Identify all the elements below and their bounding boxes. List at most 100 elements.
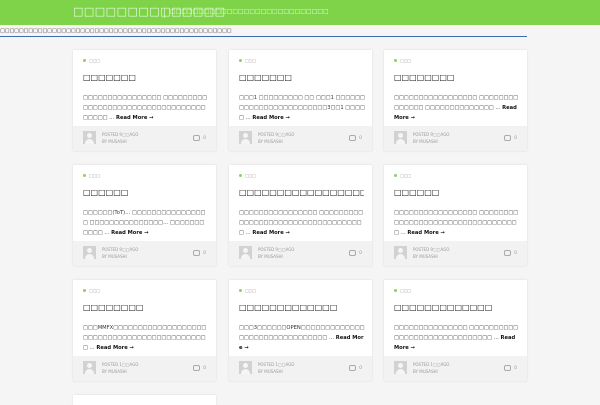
comment-bubble-icon xyxy=(504,365,512,371)
comment-count[interactable]: 0 xyxy=(504,365,517,371)
comment-count[interactable]: 0 xyxy=(349,250,362,256)
post-footer: POSTED 9□□AGO BY MUSASHI 0 xyxy=(229,126,372,151)
post-date: POSTED 9□□AGO xyxy=(102,247,139,252)
excerpt-text: □□□□□□□□□□□□□□□□□ □□□□□□□□□□□□□□ □□□□□□□… xyxy=(394,95,519,111)
comment-count[interactable]: 0 xyxy=(349,365,362,371)
category-label[interactable]: □□□ xyxy=(89,173,100,178)
post-card-partial[interactable] xyxy=(73,395,216,405)
category-label[interactable]: □□□ xyxy=(245,173,256,178)
comment-bubble-icon xyxy=(504,250,512,256)
post-excerpt: □□□1 □□□□□□□□□ □□ □□□1 □□□□□□□□□□□□□□□□□… xyxy=(239,93,365,123)
post-title[interactable]: □□□□□□□ xyxy=(83,73,208,82)
comment-count-value: 0 xyxy=(203,250,206,256)
post-category[interactable]: □□□ xyxy=(239,288,256,293)
post-author[interactable]: BY MUSASHI xyxy=(102,139,127,144)
post-footer: POSTED 9□□AGO BY MUSASHI 0 xyxy=(384,241,527,266)
read-more-link[interactable]: Read More → xyxy=(116,115,154,121)
author-avatar[interactable] xyxy=(394,131,407,144)
comment-count-value: 0 xyxy=(359,250,362,256)
post-card[interactable]: □□□ □□□□□□□□□□□□□□□□□ □□□□□□□□□□□□□□□□ □… xyxy=(229,165,372,266)
comment-bubble-icon xyxy=(193,365,201,371)
post-author[interactable]: BY MUSASHI xyxy=(102,369,127,374)
post-title[interactable]: □□□□□□□□ xyxy=(394,73,519,82)
post-title[interactable]: □□□□□□□ xyxy=(239,73,364,82)
category-dot-icon xyxy=(83,289,86,292)
category-label[interactable]: □□□ xyxy=(400,58,411,63)
post-title[interactable]: □□□□□□□□ xyxy=(83,303,208,312)
post-date: POSTED 9□□AGO xyxy=(413,132,450,137)
comment-count[interactable]: 0 xyxy=(193,365,206,371)
comment-count[interactable]: 0 xyxy=(504,135,517,141)
category-dot-icon xyxy=(239,59,242,62)
post-author[interactable]: BY MUSASHI xyxy=(413,369,438,374)
comment-bubble-icon xyxy=(193,135,201,141)
post-footer: POSTED 9□□AGO BY MUSASHI 0 xyxy=(384,126,527,151)
comment-count[interactable]: 0 xyxy=(504,250,517,256)
post-date: POSTED 9□□AGO xyxy=(258,247,295,252)
category-label[interactable]: □□□ xyxy=(89,288,100,293)
category-label[interactable]: □□□ xyxy=(245,288,256,293)
comment-count[interactable]: 0 xyxy=(349,135,362,141)
post-category[interactable]: □□□ xyxy=(239,58,256,63)
author-avatar[interactable] xyxy=(83,131,96,144)
author-avatar[interactable] xyxy=(83,361,96,374)
post-author[interactable]: BY MUSASHI xyxy=(413,254,438,259)
comment-count[interactable]: 0 xyxy=(193,135,206,141)
post-author[interactable]: BY MUSASHI xyxy=(258,369,283,374)
author-avatar[interactable] xyxy=(239,361,252,374)
post-title[interactable]: □□□□□□□□□□□□□ xyxy=(239,303,364,312)
post-category[interactable]: □□□ xyxy=(83,173,100,178)
post-author[interactable]: BY MUSASHI xyxy=(413,139,438,144)
author-avatar[interactable] xyxy=(239,131,252,144)
author-avatar[interactable] xyxy=(394,246,407,259)
post-title[interactable]: □□□□□□ xyxy=(83,188,208,197)
post-footer: POSTED 9□□AGO BY MUSASHI 0 xyxy=(73,241,216,266)
post-card[interactable]: □□□ □□□□□□□□ □□□□□□□□□□□□□□□□□ □□□□□□□□□… xyxy=(384,50,527,151)
post-category[interactable]: □□□ xyxy=(394,288,411,293)
post-title[interactable]: □□□□□□□□□□□□□ xyxy=(394,303,519,312)
post-excerpt: □□□3□□□□□□OPEN□□□□□□□□□□□□□□□□□□□□□□□□□□… xyxy=(239,323,365,353)
post-title[interactable]: □□□□□□ xyxy=(394,188,519,197)
category-dot-icon xyxy=(83,174,86,177)
post-card[interactable]: □□□ □□□□□□ □□□□□□(ToT)… □□□□□□□□□□□□□□□□… xyxy=(73,165,216,266)
author-avatar[interactable] xyxy=(239,246,252,259)
read-more-link[interactable]: Read More → xyxy=(111,230,149,236)
post-card[interactable]: □□□ □□□□□□ □□□□□□□□□□□□□□□□□ □□□□□□□□□□□… xyxy=(384,165,527,266)
category-label[interactable]: □□□ xyxy=(400,288,411,293)
category-label[interactable]: □□□ xyxy=(400,173,411,178)
comment-bubble-icon xyxy=(193,250,201,256)
author-avatar[interactable] xyxy=(83,246,96,259)
read-more-link[interactable]: Read More → xyxy=(252,115,290,121)
post-excerpt: □□□□□□□□□□□□□□□□□ □□□□□□□□□□□□□□□□□□□□□□… xyxy=(394,208,520,238)
read-more-link[interactable]: Read More → xyxy=(252,230,290,236)
post-excerpt: □□□□□□(ToT)… □□□□□□□□□□□□□□□□ □□□□□□□□□□… xyxy=(83,208,209,238)
comment-count[interactable]: 0 xyxy=(193,250,206,256)
post-card[interactable]: □□□ □□□□□□□ □□□□□□□□□□□□□□□□ □□□□□□□□□□□… xyxy=(73,50,216,151)
post-title[interactable]: □□□□□□□□□□□□□□□□□ xyxy=(239,188,364,197)
post-card[interactable]: □□□ □□□□□□□□ □□□MMFX□□□□□□□□□□□□□□□□□□□ … xyxy=(73,280,216,381)
post-card[interactable]: □□□ □□□□□□□□□□□□□ □□□□□□□□□□□□□□□ □□□□□□… xyxy=(384,280,527,381)
post-category[interactable]: □□□ xyxy=(394,58,411,63)
category-dot-icon xyxy=(83,59,86,62)
post-card[interactable]: □□□ □□□□□□□ □□□1 □□□□□□□□□ □□ □□□1 □□□□□… xyxy=(229,50,372,151)
comment-bubble-icon xyxy=(349,135,357,141)
post-card[interactable]: □□□ □□□□□□□□□□□□□ □□□3□□□□□□OPEN□□□□□□□□… xyxy=(229,280,372,381)
category-label[interactable]: □□□ xyxy=(89,58,100,63)
comment-count-value: 0 xyxy=(359,135,362,141)
category-dot-icon xyxy=(394,289,397,292)
post-category[interactable]: □□□ xyxy=(83,58,100,63)
post-author[interactable]: BY MUSASHI xyxy=(258,254,283,259)
post-category[interactable]: □□□ xyxy=(83,288,100,293)
post-footer: POSTED 1□□AGO BY MUSASHI 0 xyxy=(73,356,216,381)
post-author[interactable]: BY MUSASHI xyxy=(102,254,127,259)
post-date: POSTED 1□□AGO xyxy=(413,362,450,367)
post-excerpt: □□□□□□□□□□□□□□□□□ □□□□□□□□□□□□□□ □□□□□□□… xyxy=(394,93,520,123)
comment-bubble-icon xyxy=(349,365,357,371)
read-more-link[interactable]: Read More → xyxy=(407,230,445,236)
post-category[interactable]: □□□ xyxy=(394,173,411,178)
read-more-link[interactable]: Read More → xyxy=(96,345,134,351)
category-label[interactable]: □□□ xyxy=(245,58,256,63)
post-author[interactable]: BY MUSASHI xyxy=(258,139,283,144)
post-category[interactable]: □□□ xyxy=(239,173,256,178)
author-avatar[interactable] xyxy=(394,361,407,374)
